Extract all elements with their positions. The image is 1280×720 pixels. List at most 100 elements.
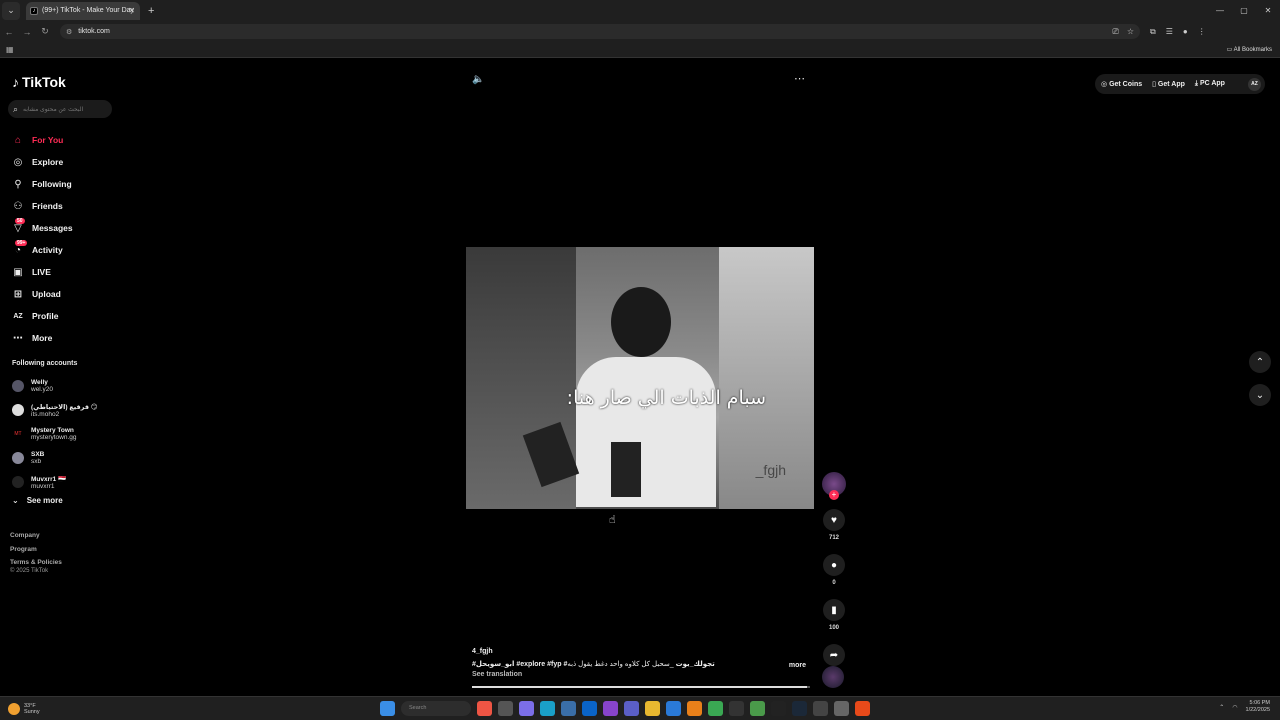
more-button[interactable]: more <box>789 662 806 669</box>
heart-icon[interactable]: ♥ <box>823 509 845 531</box>
following-account[interactable]: MT Mystery Town mysterytown.gg <box>12 422 98 446</box>
search-input[interactable]: ⌕ البحث عن محتوى مشابه <box>8 100 112 118</box>
install-app-icon[interactable]: ⎚ <box>1112 27 1118 37</box>
creator-avatar[interactable]: + <box>822 472 846 500</box>
video-progress-bar[interactable] <box>472 686 810 688</box>
reload-icon[interactable]: ↻ <box>36 26 54 37</box>
tab-search-icon[interactable]: ⌄ <box>2 1 20 20</box>
following-account[interactable]: SXB sxb <box>12 446 98 470</box>
share-icon[interactable]: ➦ <box>823 644 845 666</box>
following-account[interactable]: Welly wel.y20 <box>12 374 98 398</box>
clock[interactable]: 5:06 PM 1/22/2025 <box>1246 700 1270 714</box>
minimize-icon[interactable]: — <box>1208 0 1232 21</box>
bookmark-star-icon[interactable]: ☆ <box>1127 27 1134 37</box>
browser-tab[interactable]: ♪ (99+) TikTok - Make Your Day ✕ <box>26 1 140 20</box>
main-nav: ⌂ For You ◎ Explore ⚲ Following ⚇ Friend… <box>12 129 73 349</box>
close-window-icon[interactable]: ✕ <box>1256 0 1280 21</box>
like-action[interactable]: ♥ 712 <box>822 509 846 541</box>
teams-icon[interactable] <box>624 701 639 716</box>
footer-company-link[interactable]: Company <box>10 529 62 543</box>
url-input[interactable]: ⚙ tiktok.com ⎚ ☆ <box>60 24 1140 39</box>
see-translation-link[interactable]: See translation <box>472 671 810 678</box>
browser-menu-icon[interactable]: ⋮ <box>1198 27 1206 37</box>
following-list: Welly wel.y20 قرقيع (الاحتياطي) 😏 its.moho… <box>12 374 98 494</box>
nav-messages[interactable]: ▽ 50 Messages <box>12 217 73 239</box>
app-icon[interactable] <box>729 701 744 716</box>
next-video-button[interactable]: ⌄ <box>1249 384 1271 406</box>
weather-widget[interactable]: 33°F Sunny <box>8 702 40 715</box>
nav-for-you[interactable]: ⌂ For You <box>12 129 73 151</box>
profile-icon[interactable]: ● <box>1183 27 1188 37</box>
action-bar: + ♥ 712 ● 0 ▮ 100 ➦ 170 <box>822 472 846 676</box>
tray-up-icon[interactable]: ⌃ <box>1219 704 1224 711</box>
store-icon[interactable] <box>561 701 576 716</box>
nav-following[interactable]: ⚲ Following <box>12 173 73 195</box>
maximize-icon[interactable]: ▢ <box>1232 0 1256 21</box>
bookmark-icon[interactable]: ▮ <box>823 599 845 621</box>
forward-icon[interactable]: → <box>18 27 36 37</box>
volume-icon[interactable]: 🔈 <box>472 74 484 85</box>
windows-taskbar: 33°F Sunny Search ⌃ ◠ 5:06 PM 1/22/2025 <box>0 696 1280 720</box>
app-icon[interactable] <box>855 701 870 716</box>
more-options-icon[interactable]: ⋯ <box>794 72 805 85</box>
new-tab-icon[interactable]: + <box>148 5 154 17</box>
get-coins-button[interactable]: ◎ Get Coins <box>1101 80 1142 88</box>
taskbar-search[interactable]: Search <box>401 701 471 716</box>
app-icon[interactable] <box>750 701 765 716</box>
nav-upload[interactable]: ⊞ Upload <box>12 283 73 305</box>
comment-count: 0 <box>832 580 836 586</box>
video-description: #ابو_سويحل #explore #fyp #تجولك_بوت _سحب… <box>472 660 762 668</box>
video-watermark: _fgjh <box>755 462 786 478</box>
video-author[interactable]: 4_fgjh <box>472 648 810 655</box>
nav-friends[interactable]: ⚇ Friends <box>12 195 73 217</box>
outlook-icon[interactable] <box>582 701 597 716</box>
search-placeholder: البحث عن محتوى مشابه <box>23 106 84 113</box>
comment-icon[interactable]: ● <box>823 554 845 576</box>
tab-close-icon[interactable]: ✕ <box>128 6 135 15</box>
network-icon[interactable]: ◠ <box>1232 704 1237 711</box>
comment-action[interactable]: ● 0 <box>822 554 846 586</box>
file-explorer-icon[interactable] <box>498 701 513 716</box>
follow-plus-icon[interactable]: + <box>829 490 839 500</box>
folder-icon[interactable] <box>645 701 660 716</box>
app-icon[interactable] <box>813 701 828 716</box>
chrome-icon[interactable] <box>708 701 723 716</box>
all-bookmarks[interactable]: ▭ All Bookmarks <box>1227 46 1272 53</box>
url-text: tiktok.com <box>78 28 110 35</box>
app-icon[interactable] <box>477 701 492 716</box>
see-more-button[interactable]: ⌄ See more <box>12 496 63 505</box>
app-icon[interactable] <box>771 701 786 716</box>
save-action[interactable]: ▮ 100 <box>822 599 846 631</box>
figure-head <box>611 287 671 357</box>
nav-profile[interactable]: AZ Profile <box>12 305 73 327</box>
nav-more[interactable]: ⋯ More <box>12 327 73 349</box>
following-account[interactable]: Muvxrr1 🇾🇪 muvxrr1 <box>12 470 98 494</box>
site-info-icon[interactable]: ⚙ <box>66 28 72 36</box>
avatar: MT <box>12 428 24 440</box>
video-player[interactable]: سبام الذبات الي صار هنا: _fgjh <box>466 247 814 509</box>
get-app-button[interactable]: ▯ Get App <box>1152 80 1185 88</box>
back-icon[interactable]: ← <box>0 27 18 37</box>
nav-explore[interactable]: ◎ Explore <box>12 151 73 173</box>
following-account[interactable]: قرقيع (الاحتياطي) 😏 its.moho2 <box>12 398 98 422</box>
apps-grid-icon[interactable]: ▦ <box>6 45 14 54</box>
copilot-icon[interactable] <box>519 701 534 716</box>
app-icon[interactable] <box>687 701 702 716</box>
previous-video-button[interactable]: ⌃ <box>1249 351 1271 373</box>
windows-start-icon[interactable] <box>380 701 395 716</box>
user-avatar[interactable]: AZ <box>1248 77 1261 91</box>
extensions-icon[interactable]: ⧉ <box>1150 27 1156 37</box>
nav-live[interactable]: ▣ LIVE <box>12 261 73 283</box>
app-icon[interactable] <box>603 701 618 716</box>
edge-icon[interactable] <box>540 701 555 716</box>
tab-groups-icon[interactable]: ☰ <box>1166 27 1173 37</box>
nav-activity[interactable]: ◔ 99+ Activity <box>12 239 73 261</box>
tiktok-logo[interactable]: ♪ TikTok <box>12 74 66 90</box>
pc-app-button[interactable]: ⤓ PC App <box>1195 80 1225 88</box>
chevron-down-icon: ⌄ <box>1255 389 1265 401</box>
steam-icon[interactable] <box>792 701 807 716</box>
music-disc-icon[interactable] <box>822 666 844 688</box>
settings-icon[interactable] <box>834 701 849 716</box>
footer-program-link[interactable]: Program <box>10 543 62 557</box>
app-icon[interactable] <box>666 701 681 716</box>
